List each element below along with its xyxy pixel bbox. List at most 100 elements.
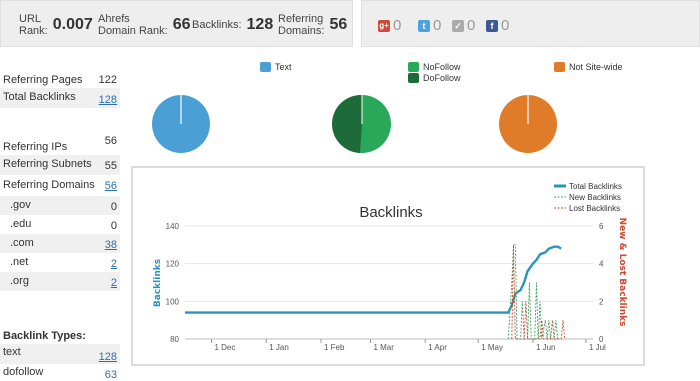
referring-domains-label: Referring Domains (3, 179, 95, 191)
domain-rank-label: Ahrefs Domain Rank: (98, 13, 168, 37)
referring-domains-row: Referring Domains 56 (0, 176, 120, 196)
y2-tick-label: 4 (599, 260, 604, 269)
tld-label: .org (10, 275, 29, 287)
tld-row-com: .com 38 (0, 234, 120, 253)
backlinks-value: 128 (246, 15, 274, 33)
total-backlinks-link[interactable]: 128 (99, 94, 117, 106)
legend-text-swatch (260, 62, 271, 72)
x-tick-label: 1 Dec (214, 343, 235, 352)
type-row-text: text 128 (0, 344, 120, 364)
url-rank-value: 0.007 (52, 15, 93, 33)
x-tick-label: 1 Apr (428, 343, 447, 352)
y2-tick-label: 2 (599, 297, 604, 306)
total-backlinks-row: Total Backlinks 128 (0, 88, 120, 108)
legend-dofollow: DoFollow (408, 73, 461, 83)
social-bar: g+ 0 t 0 ✓ 0 f 0 (361, 0, 700, 47)
tld-net-link[interactable]: 2 (111, 258, 117, 270)
referring-subnets-row: Referring Subnets 55 (0, 155, 120, 175)
domain-rank-stat: Ahrefs Domain Rank: 66 (98, 1, 191, 48)
legend-text-label: Text (275, 62, 292, 72)
legend-label: New Backlinks (569, 193, 621, 202)
domain-rank-label-line2: Domain Rank: (98, 24, 168, 37)
series-line-total-backlinks (185, 245, 562, 314)
chart-grid (185, 225, 593, 340)
referring-subnets-label: Referring Subnets (3, 158, 92, 170)
legend-nofollow: NoFollow (408, 62, 461, 72)
google-plus-share[interactable]: g+ 0 (378, 17, 401, 34)
like-icon: ✓ (452, 19, 464, 32)
tld-org-link[interactable]: 2 (111, 277, 117, 289)
chart-y2label: New & Lost Backlinks (617, 218, 627, 327)
tld-label: .gov (10, 199, 31, 211)
legend-label: Lost Backlinks (569, 204, 620, 213)
tld-row-gov: .gov 0 (0, 196, 120, 215)
pie-sitewide (499, 95, 557, 153)
x-tick-label: 1 May (481, 343, 503, 352)
chart-ticks: 8010012014002461 Dec 1 Jan 1 Feb 1 Mar 1 Apr… (166, 222, 606, 352)
y-tick-label: 140 (166, 222, 180, 231)
ref-domains-stat: Referring Domains: 56 (278, 1, 347, 48)
type-row-dofollow: dofollow 63 (0, 366, 120, 381)
y-tick-label: 120 (166, 260, 180, 269)
referring-pages-label: Referring Pages (3, 74, 83, 86)
type-label: text (3, 346, 21, 358)
x-tick-label: 1 Jul (589, 343, 606, 352)
x-tick-label: 1 Jan (269, 343, 289, 352)
backlinks-label: Backlinks: (192, 18, 242, 31)
x-tick-label: 1 Feb (324, 343, 345, 352)
ref-domains-label: Referring Domains: (278, 13, 324, 37)
facebook-icon: f (486, 19, 498, 32)
legend-dofollow-swatch (408, 73, 419, 83)
referring-ips-label: Referring IPs (3, 141, 68, 153)
y-tick-label: 80 (170, 335, 179, 344)
referring-domains-link[interactable]: 56 (105, 180, 117, 192)
backlinks-chart-panel: Backlinks Backlinks New & Lost Backlinks… (131, 166, 645, 366)
chart-series (185, 244, 566, 340)
legend-label: Total Backlinks (569, 182, 622, 191)
facebook-share[interactable]: f 0 (486, 17, 509, 34)
legend-not-sitewide-swatch (554, 62, 565, 72)
url-rank-stat: URL Rank: 0.007 (19, 1, 93, 48)
legend-nofollow-label: NoFollow (423, 62, 461, 72)
ref-domains-value: 56 (329, 15, 348, 33)
legend-not-sitewide: Not Site-wide (554, 62, 623, 72)
like-count: 0 (467, 17, 476, 34)
pie-follow (331, 94, 391, 153)
x-tick-label: 1 Jun (536, 343, 556, 352)
chart-title: Backlinks (359, 204, 422, 221)
legend-dofollow-label: DoFollow (423, 73, 461, 83)
pie-text (152, 95, 210, 153)
url-rank-label: URL Rank: (19, 13, 48, 37)
url-rank-label-line1: URL (19, 12, 42, 25)
tld-com-link[interactable]: 38 (105, 239, 117, 251)
backlinks-chart: Backlinks Backlinks New & Lost Backlinks… (153, 182, 627, 352)
referring-subnets-value: 55 (104, 160, 117, 172)
referring-pages-value: 122 (98, 74, 117, 86)
google-plus-count: 0 (393, 17, 402, 34)
ref-domains-label-line2: Domains: (278, 24, 325, 37)
google-plus-icon: g+ (378, 19, 390, 32)
tld-label: .com (10, 237, 34, 249)
y-tick-label: 100 (166, 297, 180, 306)
pie-dofollow-slice (331, 94, 362, 153)
tld-value: 0 (110, 220, 117, 232)
tld-row-edu: .edu 0 (0, 215, 120, 234)
chart-legend: Total Backlinks New Backlinks Lost Backlin… (554, 182, 622, 213)
legend-text: Text (260, 62, 292, 72)
type-text-link[interactable]: 128 (99, 351, 117, 363)
stats-bar: URL Rank: 0.007 Ahrefs Domain Rank: 66 B… (0, 0, 353, 47)
like-share[interactable]: ✓ 0 (452, 17, 475, 34)
total-backlinks-label: Total Backlinks (3, 91, 76, 103)
tld-row-net: .net 2 (0, 253, 120, 272)
domain-rank-value: 66 (172, 15, 191, 33)
y2-tick-label: 6 (599, 222, 604, 231)
domain-rank-label-line1: Ahrefs (98, 12, 130, 25)
facebook-count: 0 (501, 17, 510, 34)
legend-nofollow-swatch (408, 62, 419, 72)
tld-label: .net (10, 256, 29, 268)
tld-label: .edu (10, 218, 32, 230)
twitter-share[interactable]: t 0 (418, 17, 441, 34)
tld-value: 0 (110, 201, 117, 213)
referring-ips-row: Referring IPs 56 (0, 135, 120, 155)
twitter-icon: t (418, 19, 430, 32)
